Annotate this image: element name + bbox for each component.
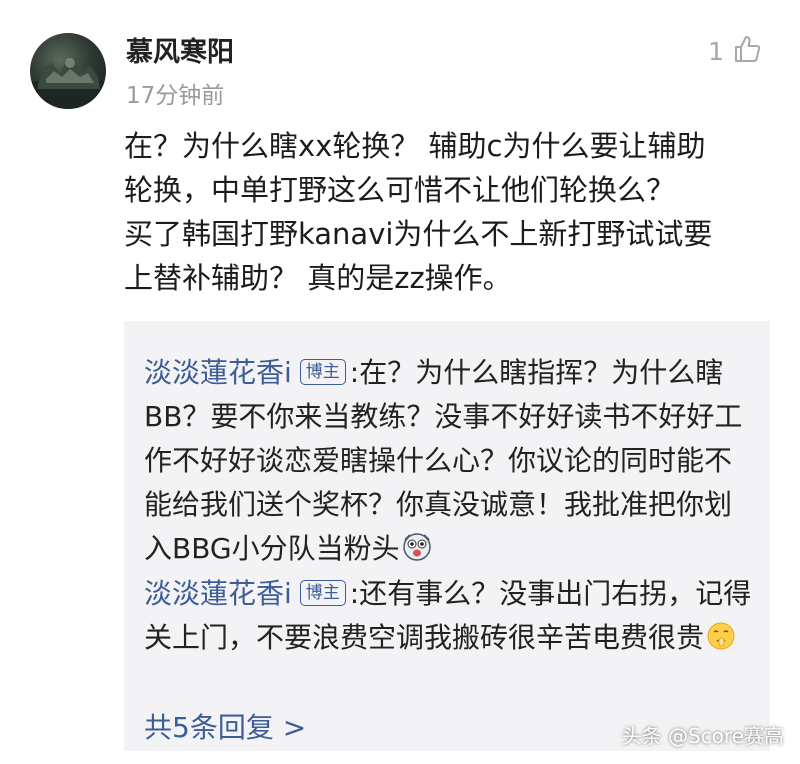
- hush-emoji: [706, 620, 736, 664]
- thumbs-up-icon: [732, 34, 762, 68]
- avatar[interactable]: [30, 33, 106, 109]
- watermark: 头条 @Score赛高: [621, 724, 784, 748]
- replies-panel: 淡淡蓮花香i 博主:在？为什么瞎指挥？为什么瞎BB？要不你来当教练？没事不好好读书…: [124, 321, 770, 751]
- comment-body: 在？为什么瞎xx轮换？ 辅助c为什么要让辅助 轮换，中单打野这么可惜不让他们轮换…: [124, 129, 713, 295]
- reply-item: 淡淡蓮花香i 博主:还有事么？没事出门右拐，记得关上门，不要浪费空调我搬砖很辛苦电…: [144, 572, 754, 664]
- timestamp: 17分钟前: [126, 83, 225, 109]
- author-badge: 博主: [299, 359, 346, 385]
- reply-item: 淡淡蓮花香i 博主:在？为什么瞎指挥？为什么瞎BB？要不你来当教练？没事不好好读书…: [144, 351, 754, 575]
- author-badge: 博主: [299, 580, 346, 606]
- like-button[interactable]: 1: [708, 34, 762, 68]
- view-all-replies-link[interactable]: 共5条回复 >: [144, 706, 306, 746]
- reply-separator: :: [349, 356, 360, 389]
- like-count: 1: [708, 36, 724, 66]
- username[interactable]: 慕风寒阳: [126, 30, 234, 69]
- reply-separator: :: [349, 577, 360, 610]
- reply-author[interactable]: 淡淡蓮花香i: [144, 356, 292, 389]
- reply-author[interactable]: 淡淡蓮花香i: [144, 577, 292, 610]
- face-emoji: [402, 531, 432, 575]
